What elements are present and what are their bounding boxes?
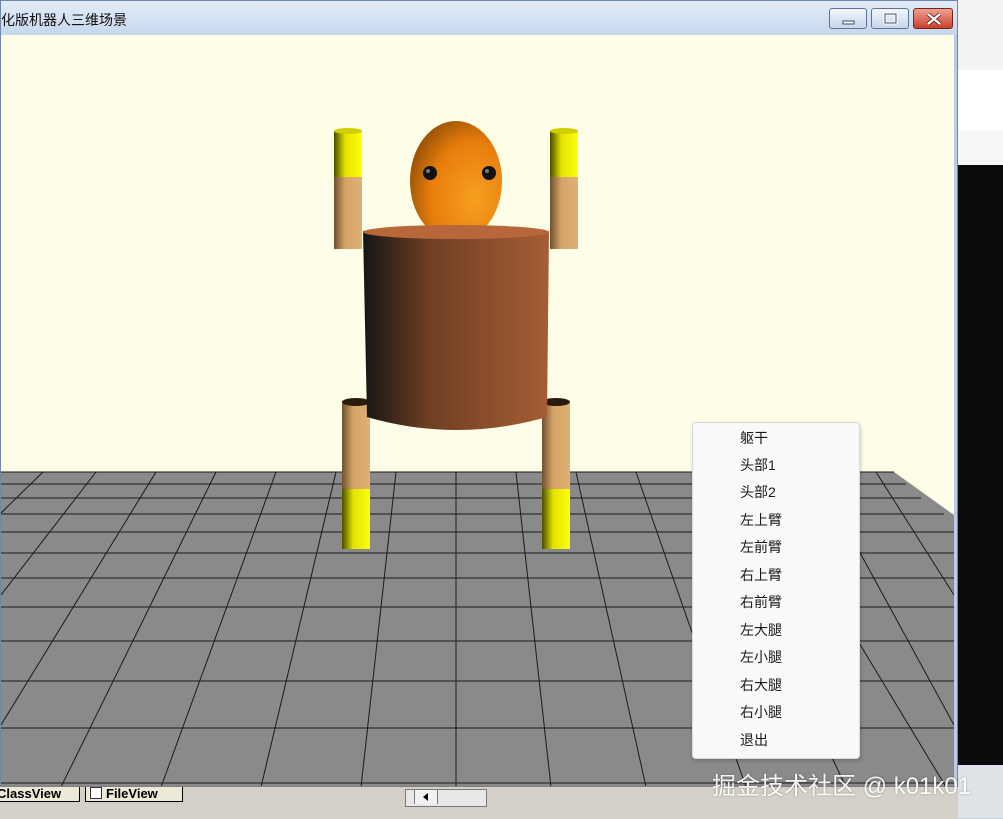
maximize-icon (883, 12, 898, 25)
scroll-left-icon (423, 793, 428, 801)
background-console (958, 165, 1003, 765)
minimize-button[interactable] (829, 8, 867, 29)
background-panel-row (958, 130, 1003, 165)
tab-classview-label: ClassView (0, 787, 62, 801)
robot-torso (363, 225, 549, 430)
right-arm (550, 128, 578, 249)
fileview-icon (90, 787, 102, 799)
menu-item-left-thigh[interactable]: 左大腿 (693, 617, 859, 644)
close-button[interactable] (913, 8, 953, 29)
scroll-left-button[interactable] (414, 790, 438, 804)
menu-item-right-forearm[interactable]: 右前臂 (693, 589, 859, 616)
menu-item-head-1[interactable]: 头部1 (693, 452, 859, 479)
3d-viewport[interactable]: 躯干 头部1 头部2 左上臂 左前臂 右上臂 右前臂 左大腿 左小腿 右大腿 右… (1, 35, 954, 787)
tab-fileview[interactable]: FileView (85, 787, 183, 802)
robot-head (410, 121, 502, 241)
watermark: 掘金技术社区 @ k01k01 (712, 773, 972, 800)
background-app-panel (958, 0, 1003, 818)
menu-item-right-shin[interactable]: 右小腿 (693, 699, 859, 726)
context-menu: 躯干 头部1 头部2 左上臂 左前臂 右上臂 右前臂 左大腿 左小腿 右大腿 右… (692, 422, 860, 759)
close-icon (926, 12, 942, 26)
horizontal-scrollbar[interactable] (405, 789, 487, 807)
robot-scene-window: 化版机器人三维场景 躯干 头部1 头部2 左上臂 左前臂 右上臂 右前臂 左大腿… (0, 0, 958, 792)
maximize-button[interactable] (871, 8, 909, 29)
menu-item-torso[interactable]: 躯干 (693, 425, 859, 452)
title-bar[interactable]: 化版机器人三维场景 (1, 1, 957, 35)
minimize-icon (842, 20, 855, 25)
menu-item-exit[interactable]: 退出 (693, 727, 859, 754)
left-leg (342, 398, 370, 549)
right-leg (542, 398, 570, 549)
background-toolbar (958, 0, 1003, 71)
menu-item-right-upper-arm[interactable]: 右上臂 (693, 562, 859, 589)
menu-item-left-upper-arm[interactable]: 左上臂 (693, 507, 859, 534)
tab-classview[interactable]: ClassView (0, 787, 80, 802)
left-arm (334, 128, 362, 249)
menu-item-left-forearm[interactable]: 左前臂 (693, 534, 859, 561)
menu-item-right-thigh[interactable]: 右大腿 (693, 672, 859, 699)
menu-item-head-2[interactable]: 头部2 (693, 479, 859, 506)
menu-item-left-shin[interactable]: 左小腿 (693, 644, 859, 671)
background-panel-header (958, 70, 1003, 131)
tab-fileview-label: FileView (106, 787, 158, 801)
window-title: 化版机器人三维场景 (1, 12, 127, 28)
